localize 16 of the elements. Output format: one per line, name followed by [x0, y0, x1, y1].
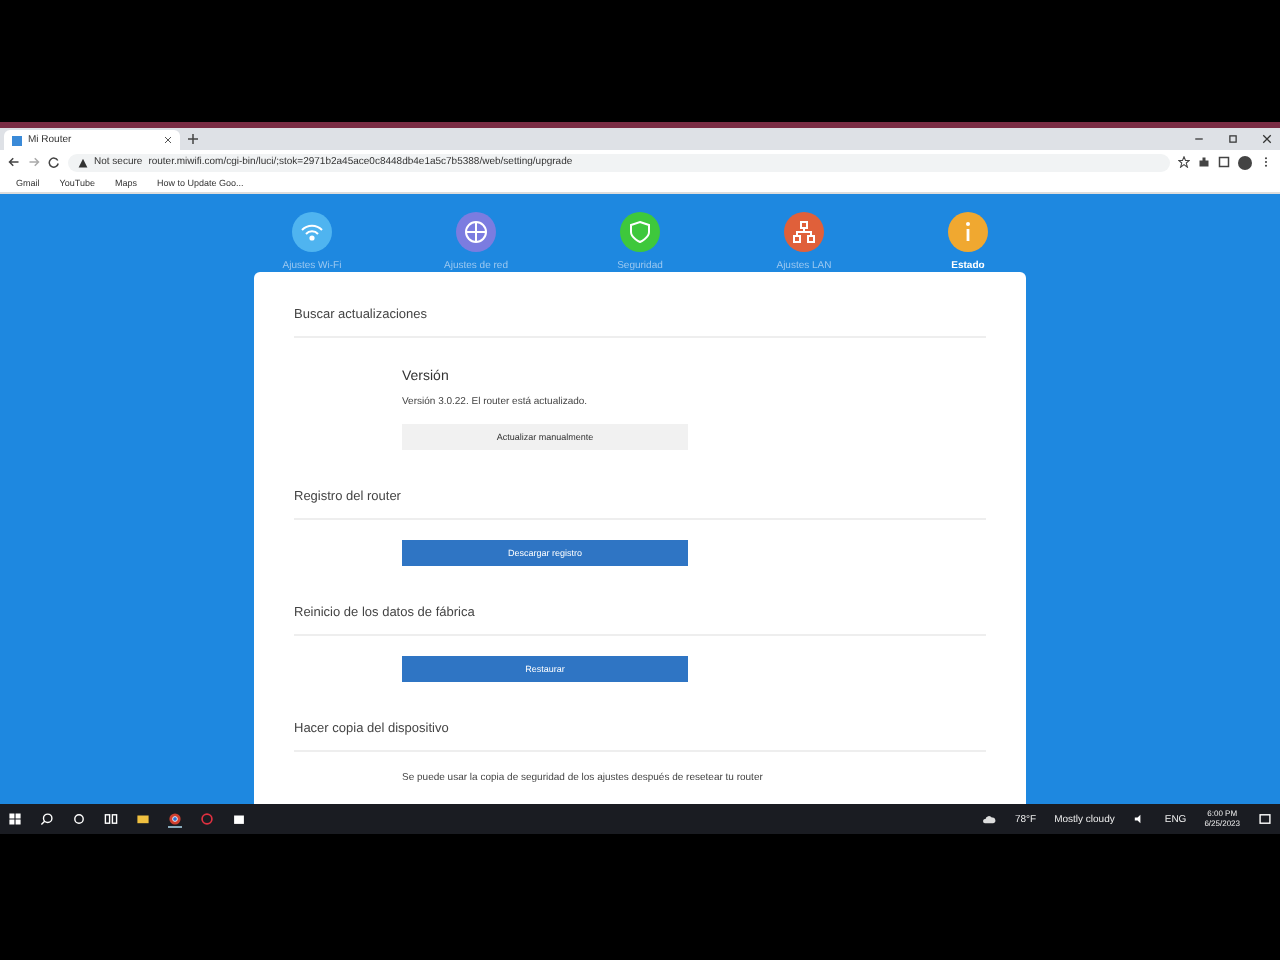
close-icon[interactable]	[164, 136, 172, 144]
close-icon[interactable]	[1262, 134, 1272, 144]
back-arrow-icon[interactable]	[8, 156, 20, 168]
maximize-icon[interactable]	[1228, 134, 1238, 144]
reload-icon[interactable]	[48, 156, 60, 168]
folder-icon[interactable]	[136, 812, 150, 826]
warning-icon	[78, 157, 88, 167]
profile-avatar[interactable]	[1238, 155, 1252, 169]
task-view-icon[interactable]	[104, 812, 118, 826]
windows-start-icon[interactable]	[8, 812, 22, 826]
star-icon[interactable]	[1178, 156, 1190, 168]
cloud-icon	[982, 812, 997, 826]
new-tab-icon[interactable]	[188, 134, 198, 144]
minimize-icon[interactable]	[1194, 134, 1204, 144]
search-icon[interactable]	[40, 812, 54, 826]
router-favicon-icon	[12, 135, 22, 145]
